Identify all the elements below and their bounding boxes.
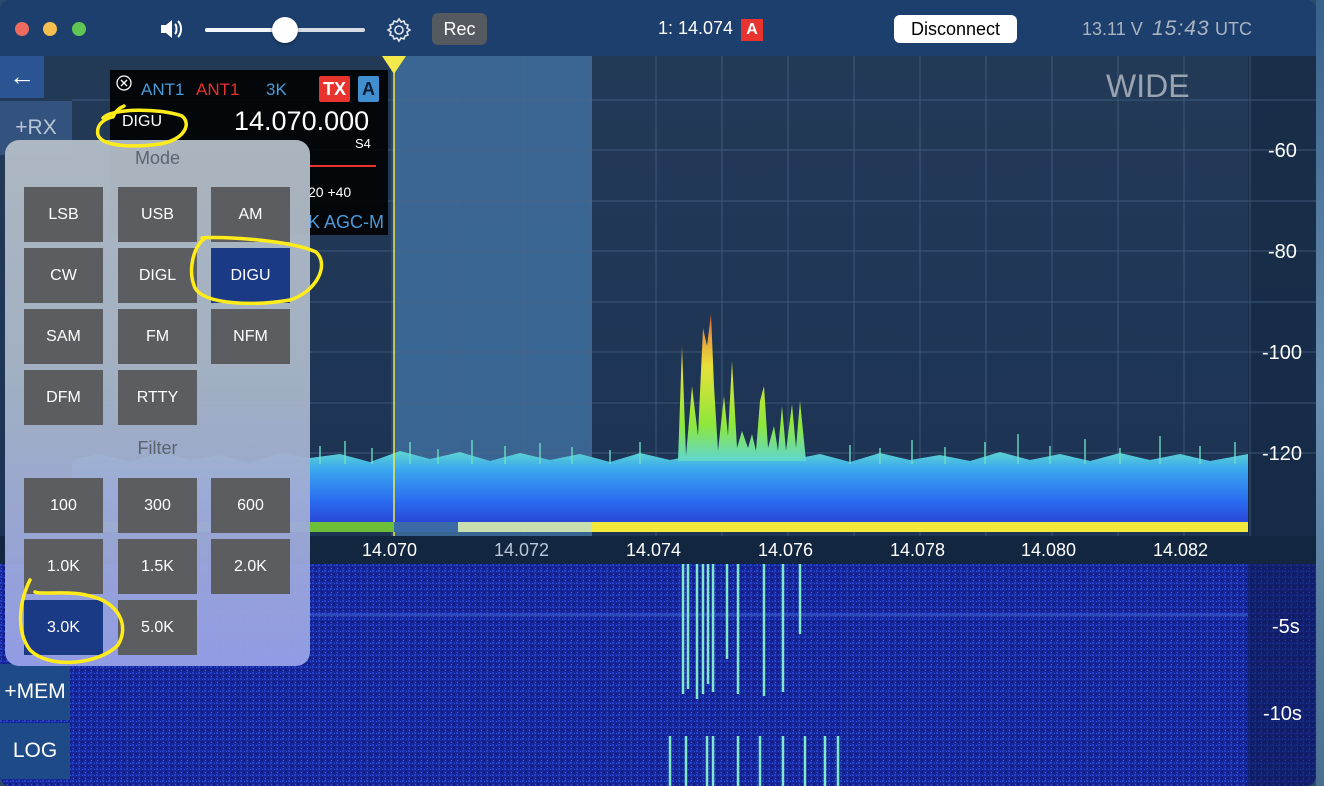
freq-tick-label: 14.070 [362,540,418,560]
tx-antenna-label[interactable]: ANT1 [196,80,239,100]
agc-label[interactable]: K AGC-M [308,212,384,233]
back-arrow-button[interactable]: ← [0,56,44,98]
add-memory-button[interactable]: +MEM [0,664,70,720]
freq-tick-label: 14.072 [494,540,550,560]
db-label: -100 [1262,342,1303,364]
s-meter-reading: S4 [355,136,371,151]
freq-tick-label: 14.080 [1021,540,1077,560]
minimize-window-button[interactable] [43,22,57,36]
slice-frequency[interactable]: 14.070.000 [234,106,369,137]
filter-button-1-0k[interactable]: 1.0K [24,539,103,594]
mode-button-digu[interactable]: DIGU [211,248,290,303]
zoom-window-button[interactable] [72,22,86,36]
mode-button-usb[interactable]: USB [118,187,197,242]
filter-button-3-0k[interactable]: 3.0K [24,600,103,655]
mode-button-rtty[interactable]: RTTY [118,370,197,425]
db-label: -60 [1268,140,1297,162]
slice-letter-badge: A [358,76,379,102]
view-mode-label[interactable]: WIDE [1106,68,1190,105]
filter-button-600[interactable]: 600 [211,478,290,533]
mode-button-cw[interactable]: CW [24,248,103,303]
waterfall-time-label: -5s [1272,616,1300,638]
mode-button-nfm[interactable]: NFM [211,309,290,364]
filter-button-2-0k[interactable]: 2.0K [211,539,290,594]
waterfall-time-label: -10s [1263,703,1302,725]
disconnect-button[interactable]: Disconnect [894,15,1017,43]
volume-knob[interactable] [272,17,298,43]
timezone-label: UTC [1215,19,1252,39]
record-button[interactable]: Rec [432,13,487,45]
close-slice-icon[interactable] [116,75,132,91]
db-label: -120 [1262,443,1303,465]
filter-button-100[interactable]: 100 [24,478,103,533]
desktop-edge [1316,0,1324,786]
mode-button-digl[interactable]: DIGL [118,248,197,303]
log-button[interactable]: LOG [0,723,70,779]
freq-tick-label: 14.082 [1153,540,1209,560]
volume-slider[interactable] [205,17,365,43]
close-window-button[interactable] [15,22,29,36]
mode-filter-popup: Mode LSB USB AM CW DIGL DIGU SAM FM NFM … [5,140,310,666]
gear-icon[interactable] [385,16,413,44]
slice-mode-label[interactable]: DIGU [122,113,162,131]
filter-button-5-0k[interactable]: 5.0K [118,600,197,655]
freq-tick-label: 14.074 [626,540,682,560]
title-bar: Rec 1: 14.074 A Disconnect 13.11 V 15:43… [0,0,1316,56]
filter-button-1-5k[interactable]: 1.5K [118,539,197,594]
filter-button-300[interactable]: 300 [118,478,197,533]
mode-button-dfm[interactable]: DFM [24,370,103,425]
filter-section-title: Filter [137,438,178,458]
mode-button-am[interactable]: AM [211,187,290,242]
mode-button-sam[interactable]: SAM [24,309,103,364]
filter-width-label[interactable]: 3K [266,80,287,100]
s-meter-scale: 20 +40 [308,184,352,200]
active-frequency: 1: 14.074 [658,18,734,38]
s-meter-bar [308,165,376,167]
freq-tick-label: 14.078 [890,540,946,560]
voltage-readout: 13.11 V [1082,19,1143,39]
mode-section-title: Mode [134,148,181,168]
mode-button-lsb[interactable]: LSB [24,187,103,242]
vfo-badge: A [741,19,763,41]
mode-button-fm[interactable]: FM [118,309,197,364]
clock-readout: 15:43 [1152,17,1210,40]
db-label: -80 [1268,241,1297,263]
rx-antenna-label[interactable]: ANT1 [141,80,184,100]
speaker-icon[interactable] [158,15,186,43]
app-window: Rec 1: 14.074 A Disconnect 13.11 V 15:43… [0,0,1316,786]
tx-badge[interactable]: TX [319,76,350,102]
freq-tick-label: 14.076 [758,540,814,560]
